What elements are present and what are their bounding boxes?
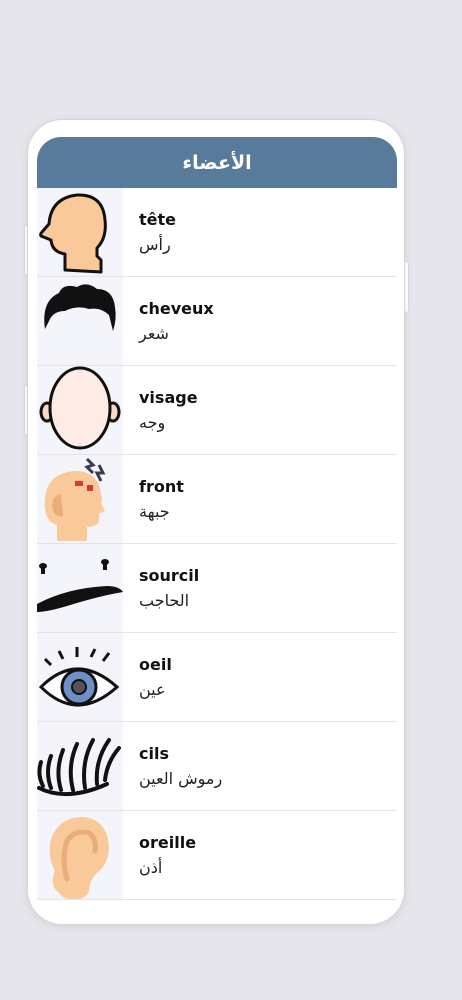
list-item[interactable]: oreille أذن [37, 811, 397, 900]
ear-icon [37, 811, 123, 899]
eyebrow-icon [37, 544, 123, 632]
french-word: cheveux [139, 299, 214, 318]
french-word: oreille [139, 833, 197, 852]
app-header: الأعضاء [37, 137, 397, 188]
french-word: front [139, 477, 184, 496]
eyelashes-icon [37, 722, 123, 810]
french-word: cils [139, 744, 169, 763]
face-icon [37, 366, 123, 454]
arabic-word: الحاجب [139, 591, 190, 610]
arabic-word: رأس [139, 235, 171, 254]
page-title: الأعضاء [182, 151, 252, 174]
phone-frame: الأعضاء tête رأس cheveux شعر visage وجه … [28, 120, 404, 924]
arabic-word: أذن [139, 858, 163, 877]
eye-icon [37, 633, 123, 721]
arabic-word: شعر [139, 324, 169, 343]
arabic-word: رموش العين [139, 769, 223, 788]
head-icon [37, 188, 123, 276]
list-item[interactable]: sourcil الحاجب [37, 544, 397, 633]
list-item[interactable]: cheveux شعر [37, 277, 397, 366]
list-item[interactable]: tête رأس [37, 188, 397, 277]
forehead-icon [37, 455, 123, 543]
list-item[interactable]: visage وجه [37, 366, 397, 455]
hair-icon [37, 277, 123, 365]
list-item[interactable]: oeil عين [37, 633, 397, 722]
power-button [404, 262, 408, 312]
arabic-word: عين [139, 680, 166, 699]
french-word: sourcil [139, 566, 200, 585]
french-word: oeil [139, 655, 172, 674]
french-word: visage [139, 388, 198, 407]
list-item[interactable]: front جبهة [37, 455, 397, 544]
list-item[interactable]: cils رموش العين [37, 722, 397, 811]
arabic-word: وجه [139, 413, 166, 432]
arabic-word: جبهة [139, 502, 170, 521]
french-word: tête [139, 210, 176, 229]
vocab-list: tête رأس cheveux شعر visage وجه front جب… [37, 188, 397, 900]
